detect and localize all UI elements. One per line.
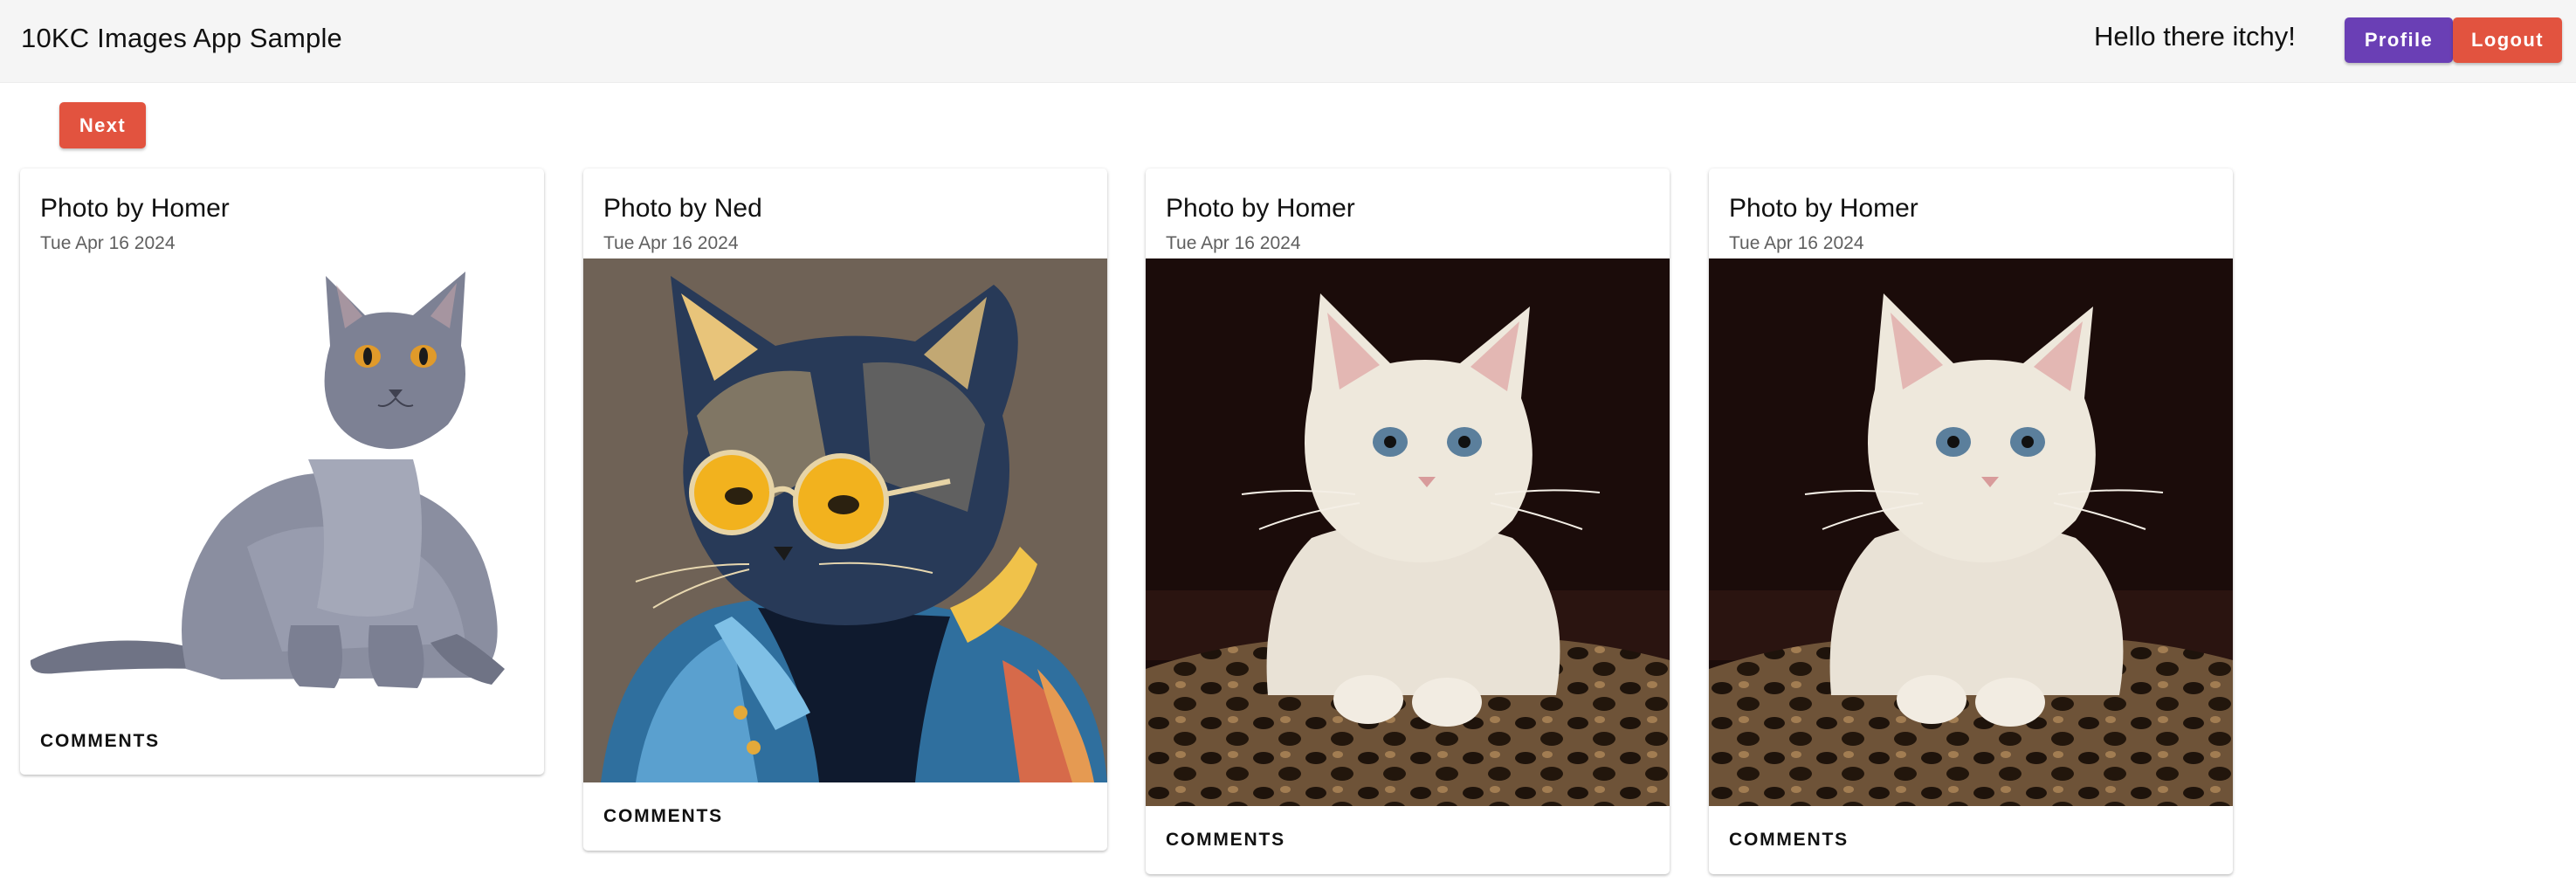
app-title: 10KC Images App Sample bbox=[21, 23, 342, 53]
app-bar: 10KC Images App Sample Hello there itchy… bbox=[0, 0, 2576, 83]
photo-card: Photo by Ned Tue Apr 16 2024 COMMENTS bbox=[583, 169, 1107, 851]
gray-cat-image bbox=[20, 258, 544, 704]
photo-card: Photo by Homer Tue Apr 16 2024 COMMENTS bbox=[20, 169, 544, 775]
cat-sunglasses-image bbox=[583, 258, 1107, 782]
white-kitten-image bbox=[1709, 258, 2233, 806]
logout-button[interactable]: Logout bbox=[2453, 17, 2562, 63]
card-title: Photo by Homer bbox=[40, 194, 230, 223]
comments-button[interactable]: COMMENTS bbox=[40, 731, 160, 752]
card-title: Photo by Homer bbox=[1166, 194, 1355, 223]
photo-card: Photo by Homer Tue Apr 16 2024 COMMENTS bbox=[1709, 169, 2233, 874]
comments-button[interactable]: COMMENTS bbox=[1166, 830, 1285, 851]
comments-button[interactable]: COMMENTS bbox=[1729, 830, 1849, 851]
card-date: Tue Apr 16 2024 bbox=[1166, 233, 1301, 253]
profile-button[interactable]: Profile bbox=[2345, 17, 2453, 63]
next-page-button[interactable]: Next bbox=[59, 102, 146, 148]
white-kitten-image bbox=[1146, 258, 1670, 806]
card-photo[interactable] bbox=[1709, 258, 2233, 806]
card-title: Photo by Ned bbox=[603, 194, 762, 223]
card-photo[interactable] bbox=[20, 258, 544, 704]
card-date: Tue Apr 16 2024 bbox=[603, 233, 739, 253]
comments-button[interactable]: COMMENTS bbox=[603, 806, 723, 827]
card-photo[interactable] bbox=[1146, 258, 1670, 806]
card-date: Tue Apr 16 2024 bbox=[40, 233, 176, 253]
card-title: Photo by Homer bbox=[1729, 194, 1918, 223]
card-date: Tue Apr 16 2024 bbox=[1729, 233, 1864, 253]
card-photo[interactable] bbox=[583, 258, 1107, 782]
user-greeting: Hello there itchy! bbox=[2094, 21, 2296, 52]
photo-card: Photo by Homer Tue Apr 16 2024 COMMENTS bbox=[1146, 169, 1670, 874]
